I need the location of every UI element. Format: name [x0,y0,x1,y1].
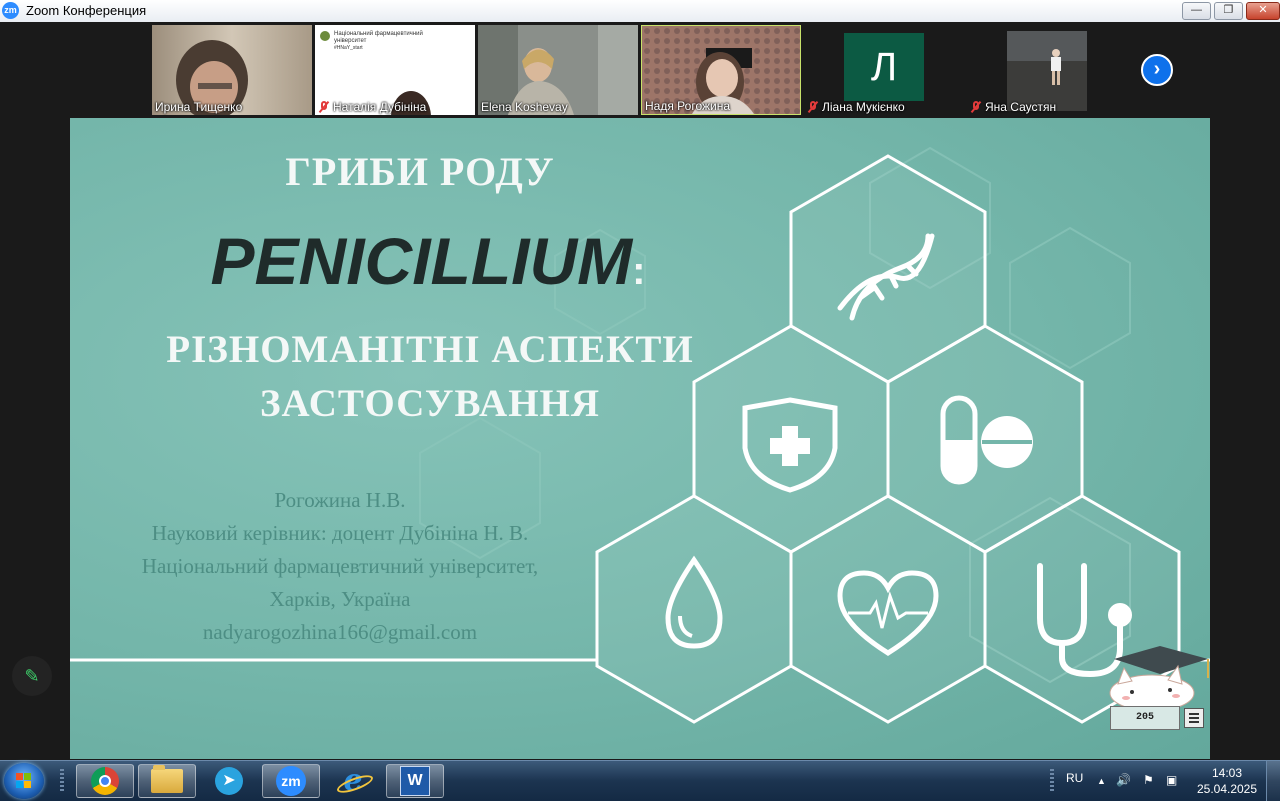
hamburger-menu-icon[interactable] [1184,708,1204,728]
slide-title-penicillium: PENICILLIUM: [210,224,646,298]
participant-name: Elena Koshevay [481,100,568,114]
taskbar-grip [60,769,64,793]
shared-doc-title: Національний фармацевтичний університет [334,31,423,44]
taskbar-explorer-button[interactable] [138,764,196,798]
mic-muted-icon [970,101,982,113]
hexagon-graphic [70,146,1210,724]
chrome-icon [91,767,119,795]
participant-name: Ирина Тищенко [155,100,243,114]
slide-city: Харків, Україна [269,587,411,611]
internet-explorer-icon: e [338,766,368,796]
mic-muted-icon [318,101,330,113]
avatar: Л [844,33,924,101]
slide-author-block: Рогожина Н.В. Науковий керівник: доцент … [90,484,590,649]
zoom-icon: zm [276,766,306,796]
taskbar-telegram-button[interactable]: ➤ [200,764,258,798]
slide-supervisor: Науковий керівник: доцент Дубініна Н. В. [151,521,529,545]
window-title-bar: zm Zoom Конференция — ❐ ✕ [0,0,1280,23]
tray-expand-icon[interactable]: ▲ [1097,776,1106,786]
slide-author: Рогожина Н.В. [274,488,406,512]
network-icon[interactable]: ▣ [1166,773,1177,787]
volume-icon[interactable]: 🔊 [1116,773,1131,787]
participant-strip: Ирина Тищенко Національний фармацевтични… [0,22,1280,118]
minimize-button[interactable]: — [1182,2,1211,20]
slide-subtitle: РІЗНОМАНІТНІ АСПЕКТИ ЗАСТОСУВАННЯ [166,328,694,425]
taskbar-clock[interactable]: 14:03 25.04.2025 [1196,765,1258,797]
windows-logo-icon [16,773,32,789]
close-button[interactable]: ✕ [1246,2,1280,20]
participant-tile[interactable]: Яна Саустян [967,25,1127,115]
slide-university: Національний фармацевтичний університет, [141,554,539,578]
start-button[interactable] [4,763,44,799]
taskbar-chrome-button[interactable] [76,764,134,798]
participant-name: Надя Рогожина [645,99,731,113]
action-center-flag-icon[interactable]: ⚑ [1143,773,1154,787]
slide-title-line1: ГРИБИ РОДУ [285,149,555,194]
maximize-button[interactable]: ❐ [1214,2,1243,20]
sticker-badge: 205 [1110,706,1180,730]
language-indicator[interactable]: RU [1066,771,1083,785]
slide-email: nadyarogozhina166@gmail.com [202,620,478,644]
zoom-app-icon: zm [2,2,19,19]
shared-doc-tag: #HNaY_start [334,45,363,51]
taskbar-ie-button[interactable]: e [324,764,382,798]
participant-tile[interactable]: Elena Koshevay [478,25,638,115]
next-participants-button[interactable]: › [1141,54,1173,86]
participant-name: Ліана Мукієнко [807,100,905,114]
participant-name: Яна Саустян [970,100,1056,114]
annotate-pen-button[interactable]: ✎ [12,656,52,696]
tray-grip [1050,769,1054,793]
participant-tile-active-speaker[interactable]: Надя Рогожина [641,25,801,115]
windows-taskbar: ➤ zm e W RU ▲ 🔊 ⚑ ▣ 14:03 25.04.2025 [0,760,1280,801]
word-icon: W [400,766,430,796]
participant-tile[interactable]: Л Ліана Мукієнко [804,25,964,115]
folder-icon [151,765,183,793]
taskbar-word-button[interactable]: W [386,764,444,798]
clock-time: 14:03 [1211,766,1243,780]
participant-name: Наталія Дубініна [318,100,426,114]
mic-muted-icon [807,101,819,113]
window-title: Zoom Конференция [26,3,147,18]
telegram-icon: ➤ [215,767,243,795]
show-desktop-button[interactable] [1266,761,1280,801]
shared-screen-slide: ГРИБИ РОДУ PENICILLIUM: РІЗНОМАНІТНІ АСП… [70,118,1210,759]
taskbar-zoom-button[interactable]: zm [262,764,320,798]
clock-date: 25.04.2025 [1196,782,1258,796]
participant-tile[interactable]: Ирина Тищенко [152,25,312,115]
participant-tile[interactable]: Національний фармацевтичний університет … [315,25,475,115]
